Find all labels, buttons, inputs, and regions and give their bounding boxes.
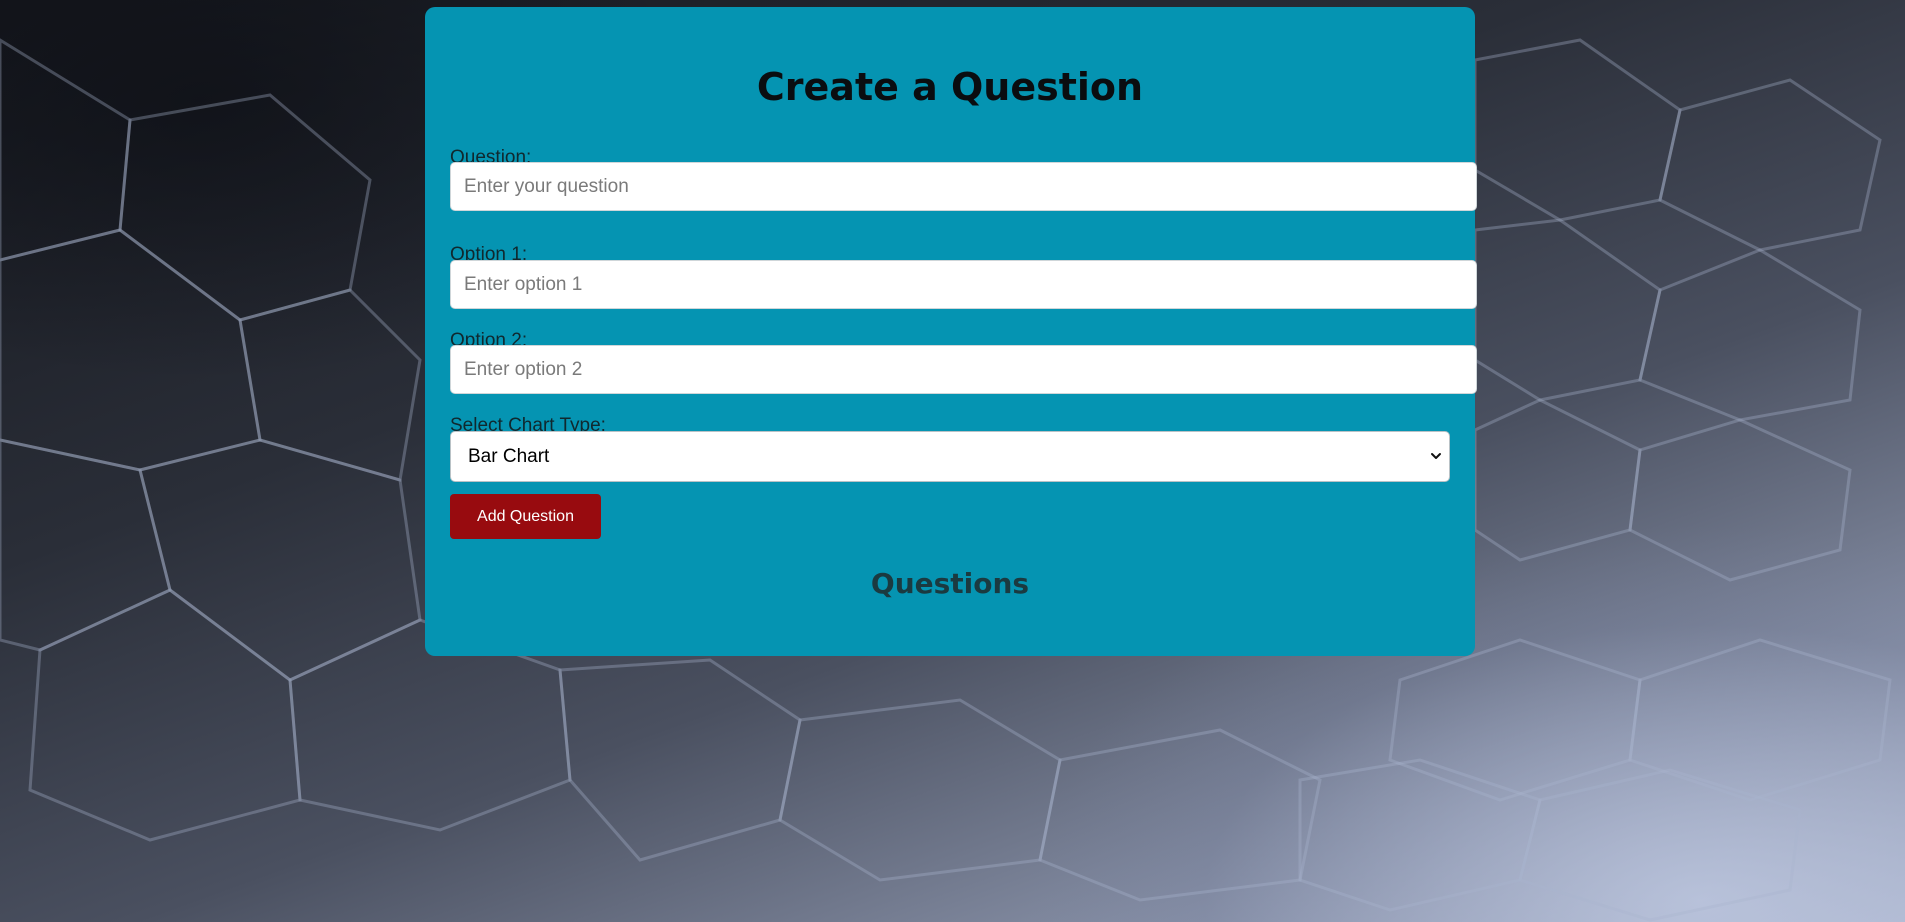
create-question-card: Create a Question Question: Option 1: Op… [425,7,1477,656]
add-question-button[interactable]: Add Question [450,494,601,539]
page-title: Create a Question [756,65,1144,109]
option-1-input[interactable] [450,260,1477,309]
chart-type-select[interactable]: Bar Chart [450,431,1450,482]
option-2-input[interactable] [450,345,1477,394]
chevron-down-icon [1431,453,1441,459]
question-input[interactable] [450,162,1477,211]
questions-heading: Questions [870,567,1030,600]
chart-type-selected-value: Bar Chart [468,446,550,467]
